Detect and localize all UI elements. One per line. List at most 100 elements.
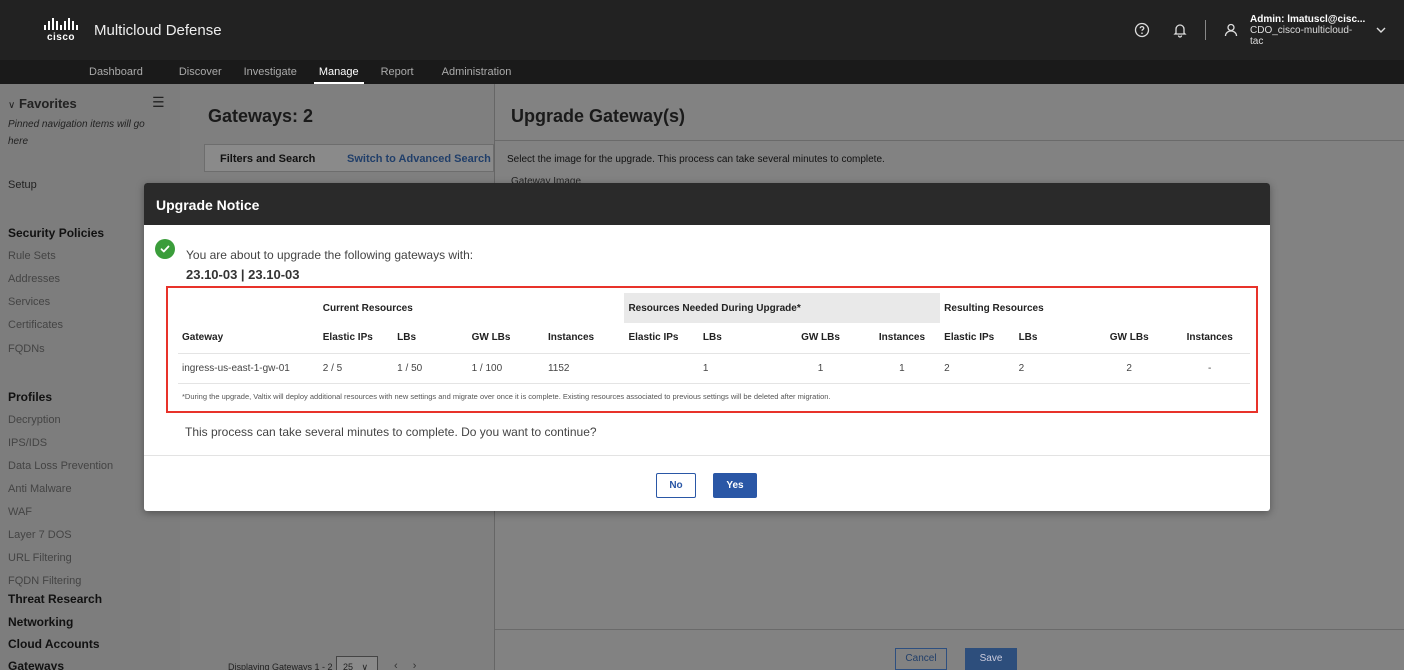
chevron-down-icon: ∨ [361,662,369,670]
sidebar-item-dlp[interactable]: Data Loss Prevention [8,460,113,472]
favorites-header[interactable]: ∨ Favorites [8,96,77,111]
target-version: 23.10-03 | 23.10-03 [186,267,300,282]
switch-advanced-search-link[interactable]: Switch to Advanced Search [347,153,491,165]
col-result-lbs: LBs [1014,323,1089,354]
upgrade-panel-divider [495,140,1404,141]
sidebar-item-setup[interactable]: Setup [8,179,37,191]
cancel-button[interactable]: Cancel [895,648,947,670]
app-title: Multicloud Defense [94,21,222,39]
dialog-footer-divider [144,455,1270,456]
cell-needed-instances: 1 [863,353,941,384]
cell-needed-lbs: 1 [698,353,778,384]
cell-needed-gw-lbs: 1 [777,353,864,384]
dialog-title: Upgrade Notice [144,183,1270,225]
gateways-title: Gateways: 2 [208,106,314,126]
cell-current-instances: 1152 [543,353,625,384]
chevron-down-icon[interactable] [1370,19,1392,41]
nav-investigate[interactable]: Investigate [233,60,308,84]
cell-gateway: ingress-us-east-1-gw-01 [178,353,319,384]
col-current-lbs: LBs [393,323,468,354]
group-resulting-resources: Resulting Resources [944,302,1044,314]
nav-administration[interactable]: Administration [431,60,523,84]
topbar-separator [1205,20,1206,40]
clear-filter-icon[interactable]: ☰ [152,94,165,111]
sidebar-item-waf[interactable]: WAF [8,506,32,518]
bell-icon[interactable] [1169,19,1191,41]
upgrade-panel-title: Upgrade Gateway(s) [511,106,686,126]
sidebar-item-addresses[interactable]: Addresses [8,273,60,285]
confirm-question: This process can take several minutes to… [185,425,597,439]
sidebar-section-cloud-accounts[interactable]: Cloud Accounts [8,637,100,651]
sidebar-item-services[interactable]: Services [8,296,50,308]
dialog-intro-text: You are about to upgrade the following g… [186,248,474,262]
col-current-gw-lbs: GW LBs [467,323,544,354]
nav-dashboard[interactable]: Dashboard [78,60,154,84]
sidebar-item-fqdns[interactable]: FQDNs [8,343,45,355]
help-icon[interactable] [1131,19,1153,41]
cell-needed-elastic-ips [624,353,699,384]
upgrade-notice-dialog: Upgrade Notice You are about to upgrade … [144,183,1270,511]
sidebar-item-anti-malware[interactable]: Anti Malware [8,483,72,495]
col-needed-gw-lbs: GW LBs [777,323,864,354]
no-button[interactable]: No [656,473,696,498]
cisco-logo-text: cisco [46,31,76,43]
sidebar-section-gateways[interactable]: Gateways [8,659,64,670]
cell-result-lbs: 2 [1014,353,1089,384]
group-header-row: Current Resources Resources Needed Durin… [178,293,1250,323]
top-bar: cisco Multicloud Defense Admin: lmatuscl… [0,0,1404,60]
cell-result-gw-lbs: 2 [1088,353,1170,384]
sidebar-item-layer7-dos[interactable]: Layer 7 DOS [8,529,72,541]
resources-table: Current Resources Resources Needed Durin… [178,293,1250,384]
cell-current-elastic-ips: 2 / 5 [318,353,394,384]
col-result-elastic-ips: Elastic IPs [940,323,1015,354]
user-icon[interactable] [1220,19,1242,41]
sidebar-section-networking[interactable]: Networking [8,615,73,629]
table-row: ingress-us-east-1-gw-01 2 / 5 1 / 50 1 /… [178,353,1250,384]
user-name: Admin: lmatuscl@cisc... [1250,13,1366,25]
sidebar-section-security-policies[interactable]: Security Policies [8,226,104,240]
chevron-down-icon: ∨ [8,100,16,111]
sidebar-item-decryption[interactable]: Decryption [8,414,61,426]
cisco-logo-icon [44,17,78,30]
user-tenant: CDO_cisco-multicloud- [1250,24,1353,36]
filters-bar: Filters and Search Switch to Advanced Se… [204,144,494,172]
main-nav: Dashboard Discover Investigate Manage Re… [0,60,1404,84]
sidebar-item-certificates[interactable]: Certificates [8,319,63,331]
col-result-gw-lbs: GW LBs [1088,323,1170,354]
prev-page-icon[interactable]: ‹ [394,660,398,670]
upgrade-panel-description: Select the image for the upgrade. This p… [507,154,885,165]
nav-discover[interactable]: Discover [168,60,233,84]
yes-button[interactable]: Yes [713,473,757,498]
cell-current-gw-lbs: 1 / 100 [467,353,544,384]
col-needed-elastic-ips: Elastic IPs [624,323,699,354]
pager: ‹ › [394,660,416,670]
cell-result-instances: - [1169,353,1250,384]
save-button[interactable]: Save [965,648,1017,670]
col-needed-lbs: LBs [698,323,778,354]
group-resources-needed: Resources Needed During Upgrade* [624,293,941,323]
filters-label[interactable]: Filters and Search [220,153,315,165]
upgrade-panel-footer-divider [495,629,1404,630]
group-header-empty [178,293,319,323]
page-size-value: 25 [343,662,354,670]
sidebar-item-rule-sets[interactable]: Rule Sets [8,250,56,262]
nav-report[interactable]: Report [370,60,425,84]
page-size-select[interactable]: 25 ∨ [336,656,378,670]
sidebar-section-threat-research[interactable]: Threat Research [8,592,102,606]
sidebar-section-profiles[interactable]: Profiles [8,390,52,404]
sidebar-item-ips-ids[interactable]: IPS/IDS [8,437,47,449]
sidebar-item-url-filtering[interactable]: URL Filtering [8,552,72,564]
displaying-count: Displaying Gateways 1 - 2 [228,662,333,670]
user-account-info[interactable]: Admin: lmatuscl@cisc... CDO_cisco-multic… [1250,14,1366,47]
col-needed-instances: Instances [863,323,941,354]
user-tenant-suffix: tac [1250,35,1264,47]
resources-summary: Current Resources Resources Needed Durin… [166,286,1258,413]
cisco-logo[interactable]: cisco [36,12,86,48]
check-circle-icon [155,239,175,259]
upgrade-footnote: *During the upgrade, Valtix will deploy … [182,392,831,401]
col-current-elastic-ips: Elastic IPs [318,323,394,354]
next-page-icon[interactable]: › [413,660,417,670]
sidebar-item-fqdn-filtering[interactable]: FQDN Filtering [8,575,81,587]
column-header-row: Gateway Elastic IPs LBs GW LBs Instances… [178,323,1250,354]
nav-manage[interactable]: Manage [308,60,370,84]
